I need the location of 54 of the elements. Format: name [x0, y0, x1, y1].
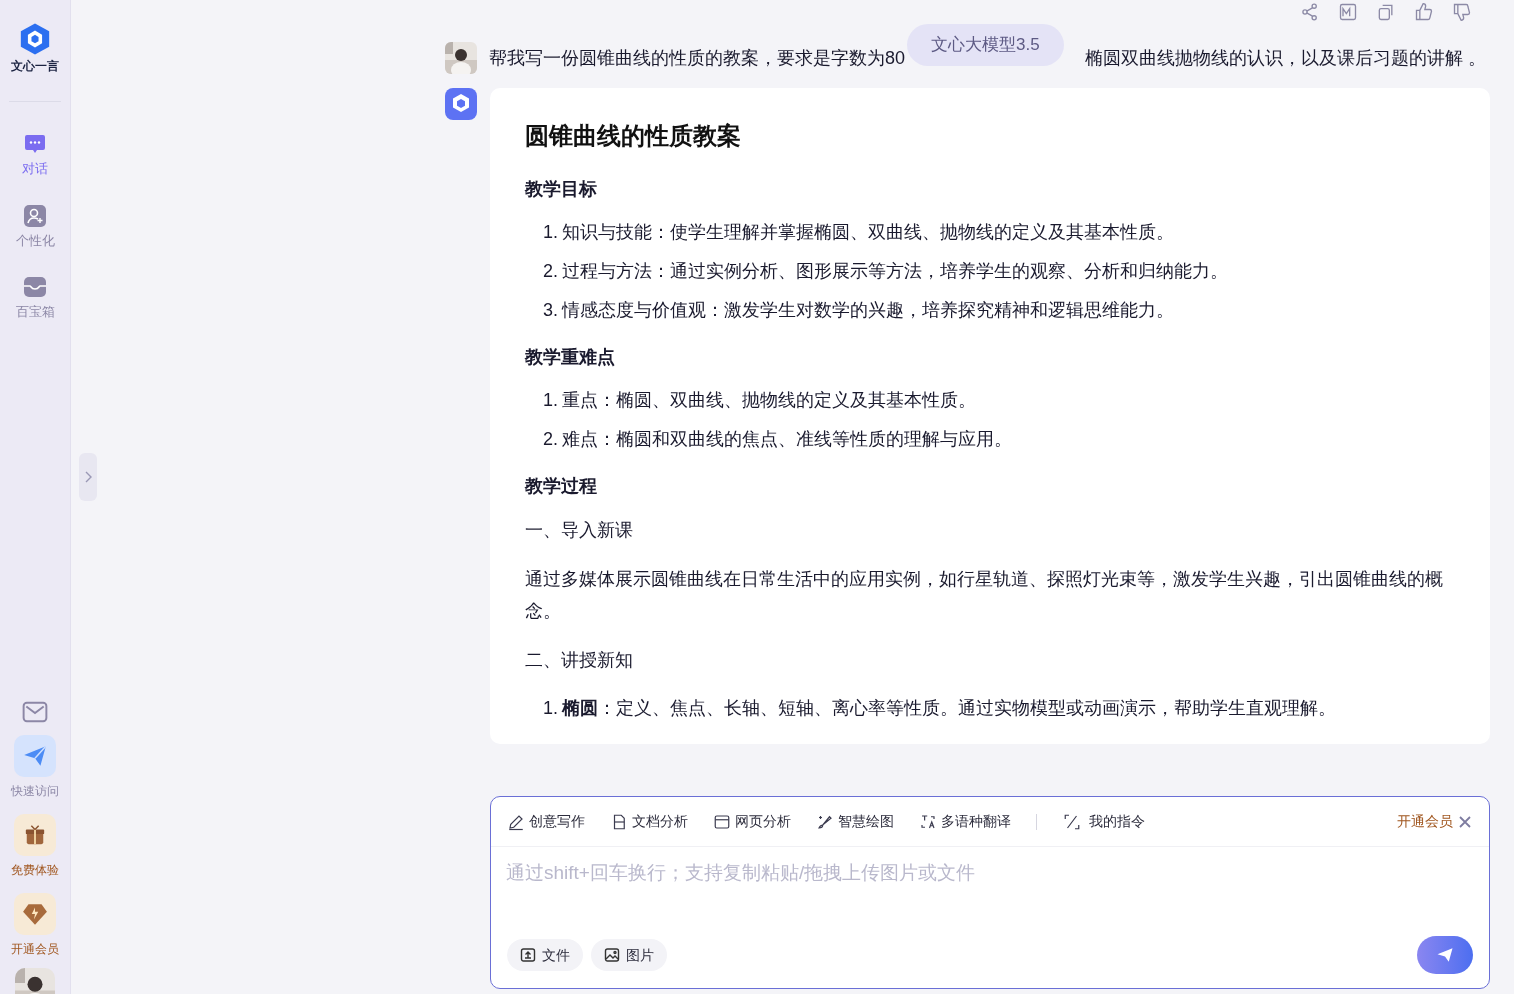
paragraph: 一、导入新课 [525, 519, 634, 542]
thumbs-down-icon[interactable] [1452, 2, 1472, 22]
model-badge: 文心大模型3.5 [907, 24, 1064, 66]
send-button[interactable] [1417, 936, 1473, 974]
list-number: 2. [543, 260, 558, 283]
list-number: 3. [543, 299, 558, 322]
message-composer[interactable]: 创意写作 文档分析 网页分析 智慧绘图 多语种翻译 我的指令 开通会员 通过shift+回车换行；支持复制粘贴/拖拽上传图片或文件 文件 图片 [490, 796, 1490, 989]
image-icon [604, 947, 620, 963]
tool-button[interactable]: 创意写作 [507, 811, 585, 832]
logo-icon [18, 22, 52, 56]
tool-button[interactable]: 网页分析 [713, 811, 791, 832]
list-item-text: 过程与方法：通过实例分析、图形展示等方法，培养学生的观察、分析和归纳能力。 [562, 260, 1228, 283]
list-item-text: 椭圆：定义、焦点、长轴、短轴、离心率等性质。通过实物模型或动画演示，帮助学生直观理解。 [562, 697, 1336, 720]
upload-icon [520, 947, 536, 963]
vip-link[interactable]: 开通会员 [1397, 811, 1453, 832]
attach-button[interactable]: 文件 [507, 939, 583, 971]
paragraph: 通过多媒体展示圆锥曲线在日常生活中的应用实例，如行星轨道、探照灯光束等，激发学生兴趣，引出圆锥曲线的概念。 [525, 568, 1444, 623]
tool-button[interactable]: 文档分析 [610, 811, 688, 832]
list-number: 2. [543, 428, 558, 451]
list-item-text: 知识与技能：使学生理解并掌握椭圆、双曲线、抛物线的定义及其基本性质。 [562, 221, 1174, 244]
list-number: 1. [543, 389, 558, 412]
mail-icon[interactable] [22, 701, 48, 723]
assistant-avatar-icon [445, 88, 477, 120]
list-item-text: 情感态度与价值观：激发学生对数学的兴趣，培养探究精神和逻辑思维能力。 [562, 299, 1174, 322]
tool-button[interactable]: 智慧绘图 [816, 811, 894, 832]
logo-text: 文心一言 [11, 58, 59, 75]
my-prompts-button[interactable]: 我的指令 [1063, 811, 1145, 832]
close-icon[interactable] [1457, 813, 1473, 830]
tool-button[interactable]: 多语种翻译 [919, 811, 1011, 832]
translate-icon [919, 812, 937, 831]
list-number: 1. [543, 697, 558, 720]
slash-icon [1063, 812, 1081, 831]
sidebar-item[interactable]: 对话 [15, 132, 55, 179]
share-icon[interactable] [1300, 2, 1320, 22]
thumbs-up-icon[interactable] [1414, 2, 1434, 22]
person-icon [23, 203, 47, 228]
user-message-text: 帮我写一份圆锥曲线的性质的教案，要求是字数为80 [489, 46, 906, 70]
section-heading: 教学目标 [525, 178, 598, 201]
list-number: 1. [543, 221, 558, 244]
toolbox-icon [23, 275, 47, 299]
gift-icon [24, 824, 46, 846]
diamond-icon [22, 901, 48, 927]
expand-chevron-icon[interactable] [83, 470, 93, 484]
browser-icon [713, 812, 731, 831]
copy-icon[interactable] [1376, 2, 1396, 22]
paper-plane-icon [1436, 946, 1454, 964]
answer-title: 圆锥曲线的性质教案 [525, 121, 742, 151]
paragraph: 二、讲授新知 [525, 649, 634, 672]
section-heading: 教学重难点 [525, 346, 616, 369]
user-message-text: 椭圆双曲线抛物线的认识，以及课后习题的讲解 。 [1085, 46, 1487, 70]
list-item-text: 重点：椭圆、双曲线、抛物线的定义及其基本性质。 [562, 389, 976, 412]
list-item-text: 难点：椭圆和双曲线的焦点、准线等性质的理解与应用。 [562, 428, 1012, 451]
section-heading: 教学过程 [525, 475, 598, 498]
attach-button[interactable]: 图片 [591, 939, 667, 971]
